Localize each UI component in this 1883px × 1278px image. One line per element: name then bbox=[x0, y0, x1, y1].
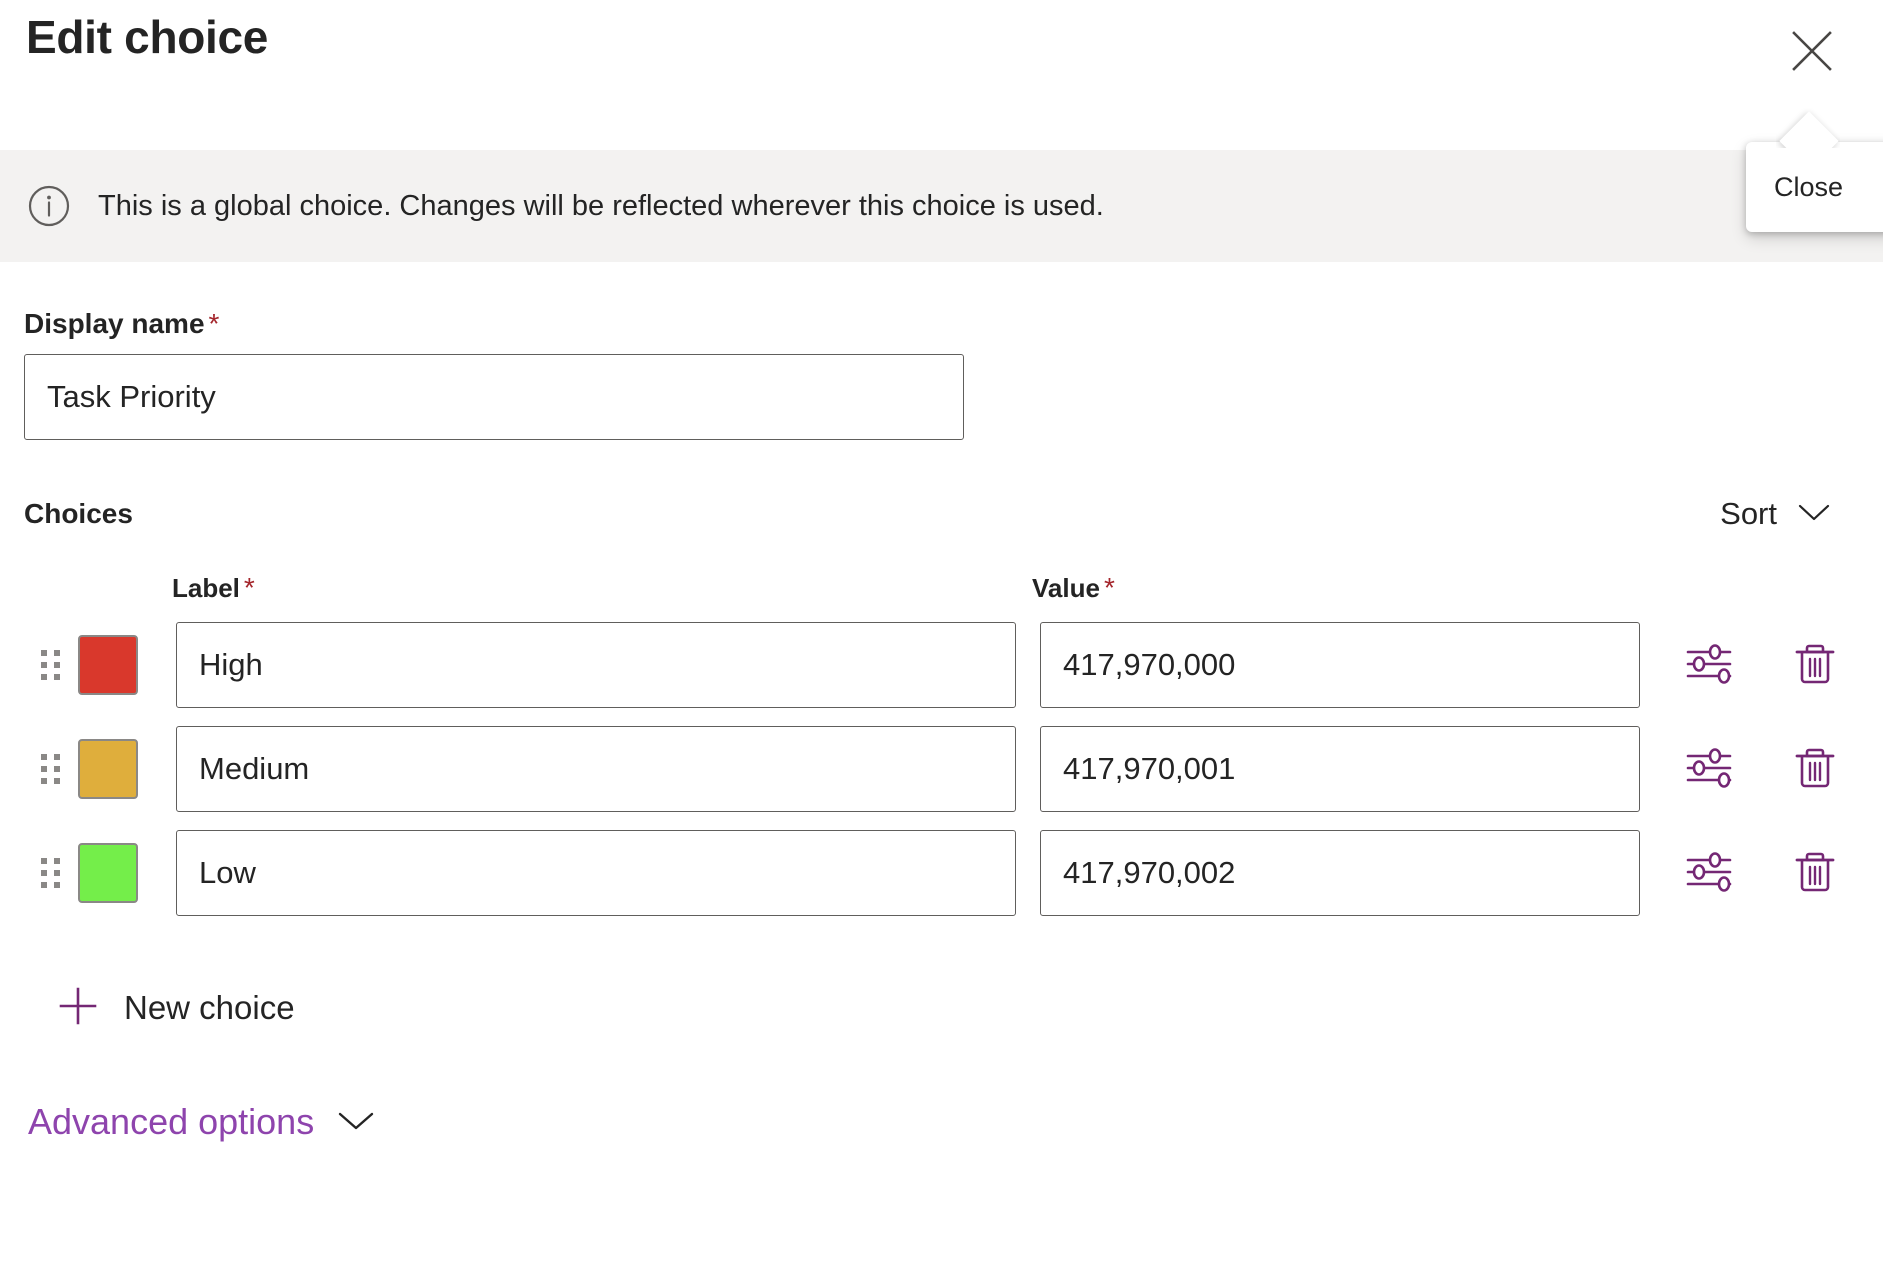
new-choice-label: New choice bbox=[124, 989, 295, 1027]
panel-header: Edit choice bbox=[0, 0, 1883, 150]
choice-color-swatch[interactable] bbox=[78, 843, 138, 903]
choice-label-input[interactable] bbox=[176, 726, 1016, 812]
choice-row-actions bbox=[1680, 740, 1844, 798]
sliders-icon bbox=[1684, 639, 1734, 692]
close-tooltip-text: Close bbox=[1774, 172, 1843, 203]
choices-title: Choices bbox=[24, 498, 133, 530]
close-button[interactable] bbox=[1779, 18, 1845, 84]
trash-icon bbox=[1792, 639, 1838, 692]
tooltip-arrow bbox=[1776, 108, 1840, 148]
advanced-options-label: Advanced options bbox=[28, 1101, 314, 1143]
choice-row bbox=[24, 830, 1859, 916]
choice-label-input[interactable] bbox=[176, 830, 1016, 916]
choice-delete-button[interactable] bbox=[1786, 844, 1844, 902]
drag-handle-icon[interactable] bbox=[24, 854, 78, 892]
choice-row bbox=[24, 726, 1859, 812]
plus-icon bbox=[54, 982, 102, 1033]
panel-body: Display name* Choices Sort Label* Value* bbox=[0, 308, 1883, 1149]
choice-settings-button[interactable] bbox=[1680, 740, 1738, 798]
column-header-label: Label* bbox=[172, 572, 1032, 604]
choice-label-input[interactable] bbox=[176, 622, 1016, 708]
column-header-label-required: * bbox=[244, 572, 255, 603]
sort-button-label: Sort bbox=[1720, 496, 1777, 532]
choice-row-actions bbox=[1680, 844, 1844, 902]
choice-value-input[interactable] bbox=[1040, 830, 1640, 916]
display-name-label-text: Display name bbox=[24, 308, 205, 339]
advanced-options-toggle[interactable]: Advanced options bbox=[24, 1095, 380, 1149]
chevron-down-icon bbox=[336, 1108, 376, 1137]
display-name-required-marker: * bbox=[209, 308, 220, 339]
trash-icon bbox=[1792, 743, 1838, 796]
choice-value-input[interactable] bbox=[1040, 622, 1640, 708]
choice-settings-button[interactable] bbox=[1680, 844, 1738, 902]
drag-handle-icon[interactable] bbox=[24, 750, 78, 788]
column-header-value-text: Value bbox=[1032, 573, 1100, 603]
info-message-text: This is a global choice. Changes will be… bbox=[98, 189, 1104, 224]
choice-delete-button[interactable] bbox=[1786, 636, 1844, 694]
display-name-label: Display name* bbox=[24, 308, 1859, 340]
choice-row bbox=[24, 622, 1859, 708]
page-title: Edit choice bbox=[26, 12, 268, 63]
new-choice-button[interactable]: New choice bbox=[50, 976, 299, 1039]
sort-button[interactable]: Sort bbox=[1712, 490, 1839, 538]
display-name-input[interactable] bbox=[24, 354, 964, 440]
info-message-bar: This is a global choice. Changes will be… bbox=[0, 150, 1883, 262]
chevron-down-icon bbox=[1797, 496, 1831, 532]
column-header-value-required: * bbox=[1104, 572, 1115, 603]
column-header-label-text: Label bbox=[172, 573, 240, 603]
info-circle-icon bbox=[26, 183, 72, 229]
choice-delete-button[interactable] bbox=[1786, 740, 1844, 798]
sliders-icon bbox=[1684, 847, 1734, 900]
column-header-value: Value* bbox=[1032, 572, 1632, 604]
close-tooltip: Close bbox=[1746, 142, 1883, 232]
choice-color-swatch[interactable] bbox=[78, 739, 138, 799]
choice-value-input[interactable] bbox=[1040, 726, 1640, 812]
sliders-icon bbox=[1684, 743, 1734, 796]
choices-header: Choices Sort bbox=[24, 490, 1859, 538]
choice-settings-button[interactable] bbox=[1680, 636, 1738, 694]
trash-icon bbox=[1792, 847, 1838, 900]
drag-handle-icon[interactable] bbox=[24, 646, 78, 684]
choices-column-headers: Label* Value* bbox=[24, 572, 1859, 604]
choice-row-actions bbox=[1680, 636, 1844, 694]
choice-color-swatch[interactable] bbox=[78, 635, 138, 695]
close-icon bbox=[1788, 27, 1836, 75]
